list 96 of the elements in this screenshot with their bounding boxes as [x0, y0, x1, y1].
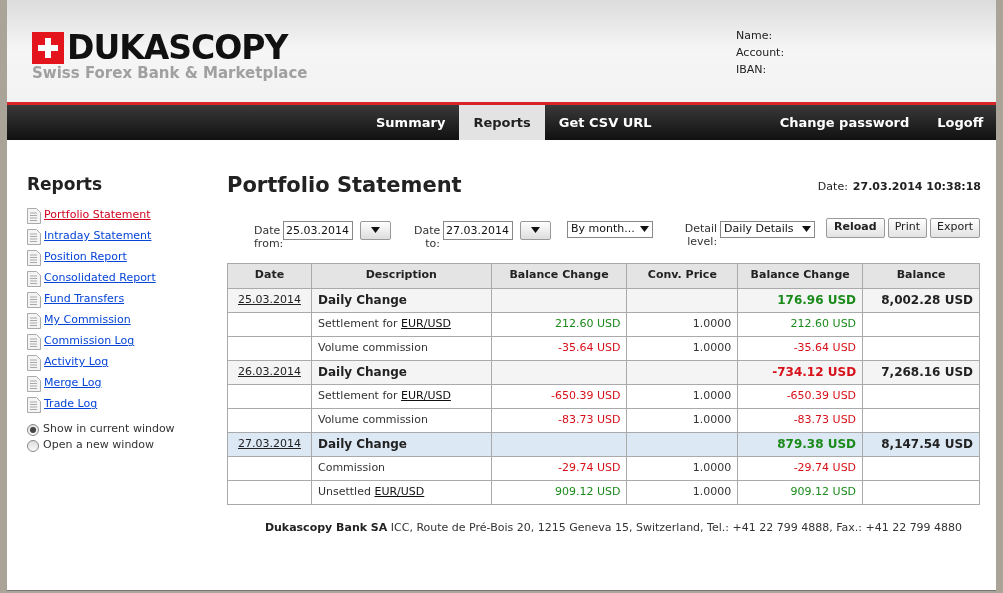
table-cell: -29.74 USD	[737, 456, 863, 480]
footer-address: Dukascopy Bank SA ICC, Route de Pré-Bois 20, 1215 Geneva 15, Switzerland, Tel.: +41 22 799 4888, Fax.: +41 22 799 4880	[263, 519, 964, 536]
radio-option[interactable]: Open a new window	[27, 437, 227, 454]
document-icon	[27, 249, 41, 266]
nav-tab[interactable]: Get CSV URL	[544, 105, 666, 140]
report-link[interactable]: Commission Log	[44, 333, 135, 350]
table-cell: 176.96 USD	[737, 288, 863, 312]
report-link[interactable]: Position Report	[44, 249, 127, 266]
swiss-cross-icon	[32, 32, 64, 64]
table-cell: 909.12 USD	[491, 480, 627, 504]
dropdown-field[interactable]: By month...	[567, 220, 654, 238]
account-field-label: Name:	[736, 28, 774, 44]
table-cell: Daily Change	[311, 360, 492, 384]
table-cell: Settlement for	[317, 388, 398, 402]
radio-option[interactable]: Show in current window	[27, 421, 227, 438]
table-cell: Volume commission	[311, 336, 492, 360]
account-field-label: Account:	[736, 45, 786, 61]
report-link[interactable]: Consolidated Report	[44, 270, 156, 287]
document-icon	[27, 228, 41, 245]
table-cell: Daily Change	[311, 288, 492, 312]
report-link[interactable]: Activity Log	[44, 354, 109, 371]
nav-tab[interactable]: Summary	[362, 105, 460, 140]
sidebar-title: Reports	[27, 173, 104, 196]
table-cell: Volume commission	[311, 408, 492, 432]
field-label: Detail level:	[683, 220, 718, 248]
table-cell: Commission	[311, 456, 492, 480]
table-cell: 8,147.54 USD	[862, 432, 980, 456]
table-cell: 909.12 USD	[737, 480, 863, 504]
field-label: Date to:	[414, 222, 440, 250]
action-button[interactable]: Export	[930, 217, 980, 238]
column-header: Description	[311, 263, 492, 288]
table-cell: 7,268.16 USD	[862, 360, 980, 384]
table-cell: -35.64 USD	[737, 336, 863, 360]
table-cell: Unsettled	[317, 484, 371, 498]
field-label: Date from:	[254, 222, 280, 250]
report-link[interactable]: My Commission	[44, 312, 131, 329]
document-icon	[27, 333, 41, 350]
table-cell: -650.39 USD	[491, 384, 627, 408]
document-icon	[27, 396, 41, 413]
account-field-label: IBAN:	[736, 62, 768, 78]
column-header: Date	[227, 263, 312, 288]
date-picker-button[interactable]	[360, 220, 391, 240]
table-cell: -29.74 USD	[491, 456, 627, 480]
dropdown-field[interactable]: Daily Details	[720, 220, 816, 238]
table-cell: 1.0000	[626, 480, 738, 504]
report-link[interactable]: Trade Log	[44, 396, 98, 413]
table-cell: Daily Change	[311, 432, 492, 456]
report-date: 27.03.2014 10:38:18	[852, 179, 981, 195]
action-button[interactable]: Print	[887, 217, 927, 238]
table-cell: -734.12 USD	[737, 360, 863, 384]
report-link[interactable]: Portfolio Statement	[44, 207, 151, 224]
date-field[interactable]: 25.03.2014	[283, 220, 353, 240]
document-icon	[27, 207, 41, 224]
table-cell: -83.73 USD	[491, 408, 627, 432]
column-header: Conv. Price	[626, 263, 738, 288]
caret-icon	[531, 227, 540, 233]
table-cell: 8,002.28 USD	[862, 288, 980, 312]
report-link[interactable]: Intraday Statement	[44, 228, 152, 245]
table-cell: 1.0000	[626, 336, 738, 360]
currency-pair-link[interactable]: EUR/USD	[374, 484, 425, 498]
page-title: Portfolio Statement	[227, 172, 462, 199]
date-picker-button[interactable]	[520, 220, 551, 240]
report-link[interactable]: Merge Log	[44, 375, 102, 392]
table-cell: 1.0000	[626, 312, 738, 336]
caret-icon	[802, 226, 812, 232]
caret-icon	[640, 226, 650, 232]
nav-tab[interactable]: Reports	[459, 105, 545, 140]
table-cell: 212.60 USD	[491, 312, 627, 336]
logo-wordmark: DUKASCOPY	[67, 32, 288, 64]
logo-tagline: Swiss Forex Bank & Marketplace	[32, 64, 308, 82]
document-icon	[27, 375, 41, 392]
document-icon	[27, 354, 41, 371]
table-cell: -83.73 USD	[737, 408, 863, 432]
table-cell: Settlement for	[317, 316, 398, 330]
date-field[interactable]: 27.03.2014	[443, 220, 513, 240]
table-cell: 879.38 USD	[737, 432, 863, 456]
document-icon	[27, 312, 41, 329]
currency-pair-link[interactable]: EUR/USD	[401, 388, 451, 402]
action-button[interactable]: Reload	[826, 217, 885, 238]
report-link[interactable]: Fund Transfers	[44, 291, 125, 308]
table-cell: -35.64 USD	[491, 336, 627, 360]
currency-pair-link[interactable]: EUR/USD	[401, 316, 451, 330]
column-header: Balance Change	[491, 263, 627, 288]
caret-icon	[371, 227, 380, 233]
table-cell: -650.39 USD	[737, 384, 863, 408]
column-header: Balance	[862, 263, 980, 288]
table-cell: 1.0000	[626, 408, 738, 432]
table-cell: 1.0000	[626, 456, 738, 480]
nav-tab[interactable]: Change password	[765, 105, 924, 140]
table-cell: 212.60 USD	[737, 312, 863, 336]
column-header: Balance Change	[737, 263, 863, 288]
document-icon	[27, 270, 41, 287]
document-icon	[27, 291, 41, 308]
table-cell: 1.0000	[626, 384, 738, 408]
date-label: Date:	[817, 179, 848, 195]
nav-tab[interactable]: Logoff	[923, 105, 998, 140]
